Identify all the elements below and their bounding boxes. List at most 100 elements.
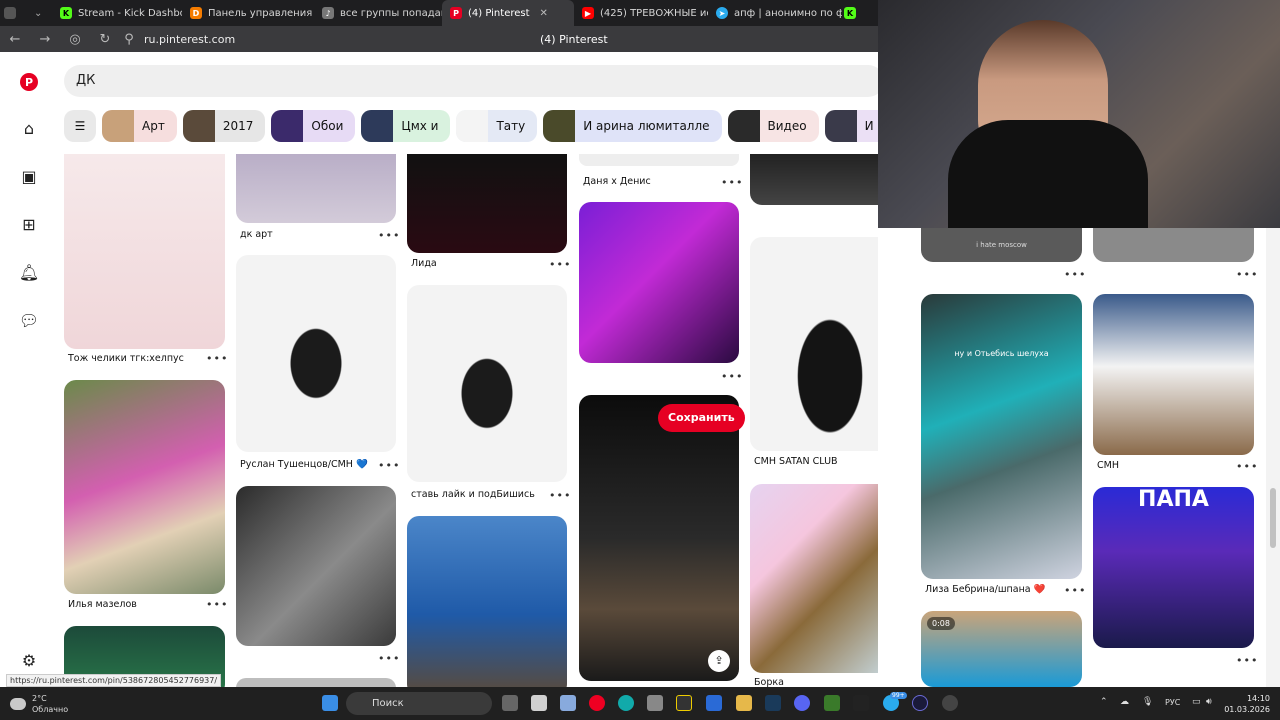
pin-title[interactable]: СМН SATAN CLUB — [754, 456, 838, 467]
microphone-icon[interactable]: 🎙︎ — [1142, 697, 1153, 707]
folder-icon[interactable] — [736, 695, 752, 711]
pin-image[interactable] — [750, 237, 878, 451]
pin-more-icon[interactable]: ••• — [721, 176, 743, 189]
pin-more-icon[interactable]: ••• — [378, 229, 400, 242]
forward-arrow-icon[interactable]: → — [30, 32, 60, 47]
pin-more-icon[interactable]: ••• — [378, 652, 400, 665]
app-icon[interactable] — [560, 695, 576, 711]
yandex-browser-icon[interactable] — [589, 695, 605, 711]
pin-more-icon[interactable]: ••• — [1064, 268, 1086, 281]
store-icon[interactable] — [647, 695, 663, 711]
obs-icon[interactable] — [853, 695, 869, 711]
app-icon[interactable] — [531, 695, 547, 711]
pin-image[interactable] — [750, 154, 878, 205]
messages-icon[interactable]: 💬︎ — [19, 310, 39, 330]
close-tab-icon[interactable]: ✕ — [540, 8, 548, 19]
tab-kick-2[interactable]: K — [842, 0, 856, 26]
onedrive-icon[interactable]: ☁ — [1120, 697, 1129, 707]
filter-chip[interactable]: Тату — [456, 110, 538, 142]
pin-title[interactable]: Руслан Тушенцов/СМН 💙 — [240, 459, 368, 470]
pin-more-icon[interactable]: ••• — [549, 489, 571, 502]
task-view-icon[interactable] — [502, 695, 518, 711]
pin-image[interactable] — [579, 154, 739, 166]
pin-image[interactable] — [1093, 228, 1254, 262]
scrollbar[interactable] — [1266, 228, 1280, 687]
taskbar-search[interactable]: Поиск — [346, 692, 492, 715]
tab-kick[interactable]: K Stream - Kick Dashboard — [52, 0, 182, 26]
pin-image[interactable] — [407, 285, 567, 482]
volume-icon[interactable]: 🔊︎ — [1206, 697, 1212, 707]
explore-icon[interactable]: ▣ — [19, 166, 39, 186]
mail-icon[interactable] — [706, 695, 722, 711]
filter-chip[interactable]: Арт — [102, 110, 177, 142]
pin-title[interactable]: Тож челики тгк:хелпус — [68, 353, 184, 364]
video-pin[interactable] — [579, 395, 739, 681]
windows-start-icon[interactable] — [322, 695, 338, 711]
reload-icon[interactable]: ↻ — [90, 32, 120, 47]
pin-image[interactable] — [236, 678, 396, 687]
pin-image[interactable] — [750, 484, 878, 673]
share-icon[interactable]: ⇪ — [708, 650, 730, 672]
pinterest-logo-icon[interactable]: P — [19, 72, 39, 92]
home-icon[interactable]: ⌂ — [19, 118, 39, 138]
tab-youtube[interactable]: ▶ (425) ТРЕВОЖНЫЕ истор — [574, 0, 708, 26]
pin-more-icon[interactable]: ••• — [549, 258, 571, 271]
app-icon[interactable] — [676, 695, 692, 711]
pin-more-icon[interactable]: ••• — [1236, 268, 1258, 281]
tab-list-chevron-icon[interactable]: ⌄ — [30, 0, 52, 26]
pin-image[interactable] — [579, 202, 739, 363]
pin-image[interactable]: i hate moscow — [921, 228, 1082, 262]
tab-donation[interactable]: D Панель управления - Don — [182, 0, 314, 26]
filter-settings-button[interactable]: ☰ — [64, 110, 96, 142]
settings-gear-icon[interactable]: ⚙ — [19, 650, 39, 670]
pin-image[interactable] — [236, 486, 396, 646]
discord-icon[interactable] — [794, 695, 810, 711]
pin-title[interactable]: Лиза Бебрина/шпана ❤️ — [925, 584, 1045, 595]
pin-image[interactable] — [1093, 294, 1254, 455]
browser-menu-button[interactable] — [0, 0, 30, 26]
filter-chip[interactable]: Видео — [727, 110, 819, 142]
pin-more-icon[interactable]: ••• — [721, 370, 743, 383]
pin-image[interactable] — [236, 255, 396, 452]
weather-widget[interactable]: 2°C Облачно — [10, 693, 68, 715]
pin-image[interactable] — [407, 154, 567, 253]
video-pin[interactable]: ну и Отьебись шелуха — [921, 294, 1082, 579]
pin-title[interactable]: ставь лайк и подБишись — [411, 489, 535, 500]
filter-chip[interactable]: 2017 — [182, 110, 266, 142]
pin-title[interactable]: Борка — [754, 677, 784, 687]
pin-image[interactable] — [407, 516, 567, 687]
search-input[interactable]: ДК — [64, 65, 878, 97]
pin-more-icon[interactable]: ••• — [1236, 654, 1258, 667]
pin-more-icon[interactable]: ••• — [206, 352, 228, 365]
app-icon[interactable] — [942, 695, 958, 711]
pin-title[interactable]: дк арт — [240, 229, 273, 240]
pin-image[interactable] — [64, 154, 225, 349]
pin-title[interactable]: Лида — [411, 258, 437, 269]
language-indicator[interactable]: РУС — [1165, 698, 1180, 707]
network-icon[interactable]: ▭ — [1192, 697, 1201, 707]
edge-icon[interactable] — [618, 695, 634, 711]
protect-icon[interactable]: ◎ — [60, 32, 90, 47]
url-field[interactable]: ru.pinterest.com — [144, 33, 235, 46]
pin-image[interactable] — [236, 154, 396, 223]
pin-title[interactable]: Илья мазелов — [68, 599, 137, 610]
filter-chip[interactable]: И арина люмиталле — [543, 110, 722, 142]
tab-telegram[interactable]: ➤ апф | анонимно по фд — [708, 0, 842, 26]
steam-icon[interactable] — [765, 695, 781, 711]
pin-image[interactable]: ПАПА — [1093, 487, 1254, 648]
video-pin[interactable]: 0:08 — [921, 611, 1082, 687]
pin-title[interactable]: СМН — [1097, 460, 1119, 471]
pin-more-icon[interactable]: ••• — [1236, 460, 1258, 473]
filter-chip[interactable]: Обои — [271, 110, 356, 142]
tab-music[interactable]: ♪ все группы попадаю — [314, 0, 442, 26]
save-button[interactable]: Сохранить — [658, 404, 745, 432]
scrollbar-thumb[interactable] — [1270, 488, 1276, 548]
clock[interactable]: 14:10 01.03.2026 — [1224, 693, 1270, 715]
pin-more-icon[interactable]: ••• — [378, 459, 400, 472]
tab-pinterest[interactable]: P (4) Pinterest ✕ — [442, 0, 574, 26]
minecraft-icon[interactable] — [824, 695, 840, 711]
filter-chip[interactable]: Цмх и — [361, 110, 451, 142]
back-arrow-icon[interactable]: ← — [0, 32, 30, 47]
tray-chevron-icon[interactable]: ⌃ — [1100, 697, 1108, 707]
pin-more-icon[interactable]: ••• — [1064, 584, 1086, 597]
